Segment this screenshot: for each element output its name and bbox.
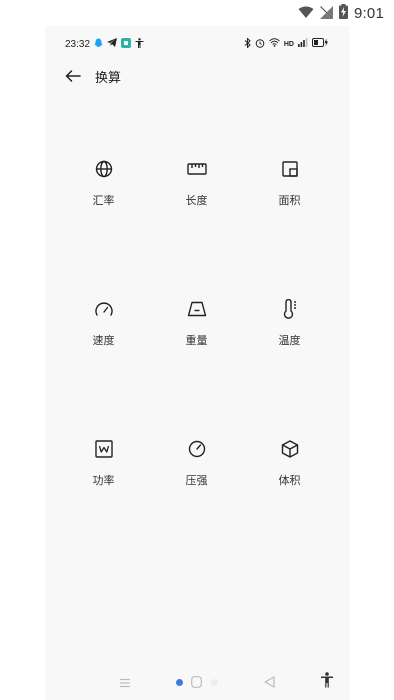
- bluetooth-icon: [244, 36, 251, 51]
- qq-icon: [94, 38, 103, 51]
- signal-icon: [298, 38, 308, 50]
- globe-icon: [93, 158, 115, 180]
- home-icon: [190, 673, 202, 692]
- telegram-icon: [107, 38, 118, 50]
- triangle-back-icon: [263, 673, 275, 692]
- accessibility-icon: [320, 672, 334, 692]
- converter-label: 重量: [185, 334, 208, 347]
- menu-nav-button[interactable]: [117, 672, 133, 692]
- converter-grid: 汇率 长度 面积 速度 重量 温度 功率 压强 体积: [45, 158, 362, 578]
- no-sim-icon: [319, 4, 334, 23]
- wifi-small-icon: [269, 38, 280, 50]
- app-screen: 23:32 HD 换算 汇率 长度 面积 速度 重量 温度 功率 压强 体积: [45, 26, 350, 700]
- converter-pressure[interactable]: 压强: [150, 438, 243, 578]
- active-dot-icon: [175, 678, 183, 686]
- converter-label: 长度: [185, 194, 208, 207]
- converter-label: 速度: [92, 334, 115, 347]
- speedometer-icon: [93, 298, 115, 320]
- battery-charging-icon: [339, 4, 348, 23]
- converter-label: 面积: [278, 194, 301, 207]
- ruler-icon: [186, 158, 208, 180]
- converter-label: 功率: [92, 474, 115, 487]
- converter-label: 汇率: [92, 194, 115, 207]
- inactive-dot-icon: [210, 678, 218, 686]
- alarm-icon: [255, 38, 265, 51]
- back-button[interactable]: [63, 66, 83, 86]
- hamburger-icon: [119, 673, 131, 692]
- inner-clock: 23:32: [65, 38, 91, 50]
- system-navigation-bar: [45, 672, 350, 692]
- page-indicator-active: [174, 672, 184, 692]
- pressure-gauge-icon: [186, 438, 208, 460]
- converter-power[interactable]: 功率: [57, 438, 150, 578]
- cube-icon: [279, 438, 301, 460]
- battery-icon: [312, 38, 330, 50]
- page-title: 换算: [95, 70, 122, 86]
- back-nav-button[interactable]: [261, 672, 277, 692]
- thermometer-icon: [279, 298, 301, 320]
- converter-label: 温度: [278, 334, 301, 347]
- arrow-left-icon: [65, 67, 81, 86]
- system-clock: 9:01: [354, 5, 384, 22]
- accessibility-button[interactable]: [318, 672, 336, 692]
- app-header: 换算: [63, 64, 121, 88]
- accessibility-small-icon: [135, 37, 144, 51]
- power-icon: [93, 438, 115, 460]
- converter-area[interactable]: 面积: [243, 158, 336, 298]
- converter-volume[interactable]: 体积: [243, 438, 336, 578]
- network-type-badge: HD: [283, 40, 294, 48]
- inner-status-bar: 23:32 HD: [65, 36, 330, 52]
- converter-label: 压强: [185, 474, 208, 487]
- home-nav-button[interactable]: [189, 672, 203, 692]
- converter-length[interactable]: 长度: [150, 158, 243, 298]
- converter-speed[interactable]: 速度: [57, 298, 150, 438]
- converter-temperature[interactable]: 温度: [243, 298, 336, 438]
- converter-label: 体积: [278, 474, 301, 487]
- page-indicator-inactive: [209, 672, 219, 692]
- wifi-icon: [298, 4, 314, 23]
- converter-weight[interactable]: 重量: [150, 298, 243, 438]
- converter-exchange-rate[interactable]: 汇率: [57, 158, 150, 298]
- area-icon: [279, 158, 301, 180]
- weight-icon: [186, 298, 208, 320]
- system-status-bar: 9:01: [0, 0, 394, 26]
- app-notification-icon: [121, 37, 132, 51]
